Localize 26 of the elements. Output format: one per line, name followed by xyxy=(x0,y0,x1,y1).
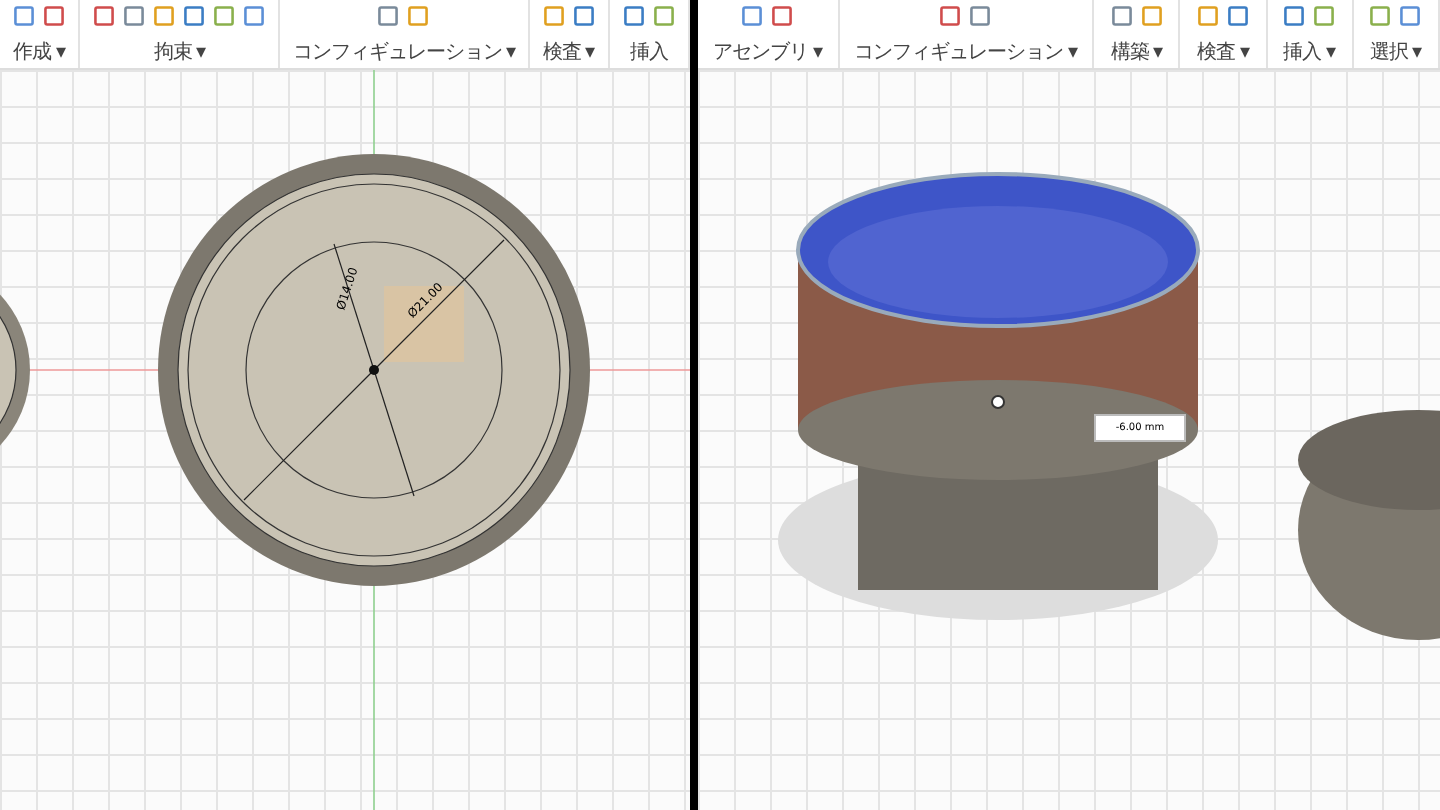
toolbar-tool-icon[interactable] xyxy=(406,4,431,28)
toolbar-tool-icon[interactable] xyxy=(92,4,117,28)
toolbar-tool-icon[interactable] xyxy=(42,4,67,28)
toolbar-tool-icon[interactable] xyxy=(1312,4,1337,28)
toolbar-tool-icon[interactable] xyxy=(1109,4,1134,28)
toolbar-tool-icon[interactable] xyxy=(740,4,765,28)
toolbar-tool-icon[interactable] xyxy=(182,4,207,28)
toolbar-tool-icon[interactable] xyxy=(242,4,267,28)
toolbar-tool-icon[interactable] xyxy=(621,4,646,28)
toolbar-tool-icon[interactable] xyxy=(12,4,37,28)
toolbar-tool-icon[interactable] xyxy=(376,4,401,28)
toolbar-tool-icon[interactable] xyxy=(1225,4,1250,28)
toolbar-tool-icon[interactable] xyxy=(152,4,177,28)
toolbar-tool-icon[interactable] xyxy=(1282,4,1307,28)
toolbar-tool-icon[interactable] xyxy=(122,4,147,28)
toolbar-tool-icon[interactable] xyxy=(1368,4,1393,28)
toolbar-tool-icon[interactable] xyxy=(968,4,993,28)
toolbar-tool-icon[interactable] xyxy=(1195,4,1220,28)
toolbar-tool-icon[interactable] xyxy=(1139,4,1164,28)
toolbar-tool-icon[interactable] xyxy=(770,4,795,28)
toolbar-tool-icon[interactable] xyxy=(212,4,237,28)
toolbar-tool-icon[interactable] xyxy=(541,4,566,28)
toolbar-tool-icon[interactable] xyxy=(571,4,596,28)
toolbar-tool-icon[interactable] xyxy=(1398,4,1423,28)
toolbar-tool-icon[interactable] xyxy=(651,4,676,28)
toolbar-tool-icon[interactable] xyxy=(938,4,963,28)
